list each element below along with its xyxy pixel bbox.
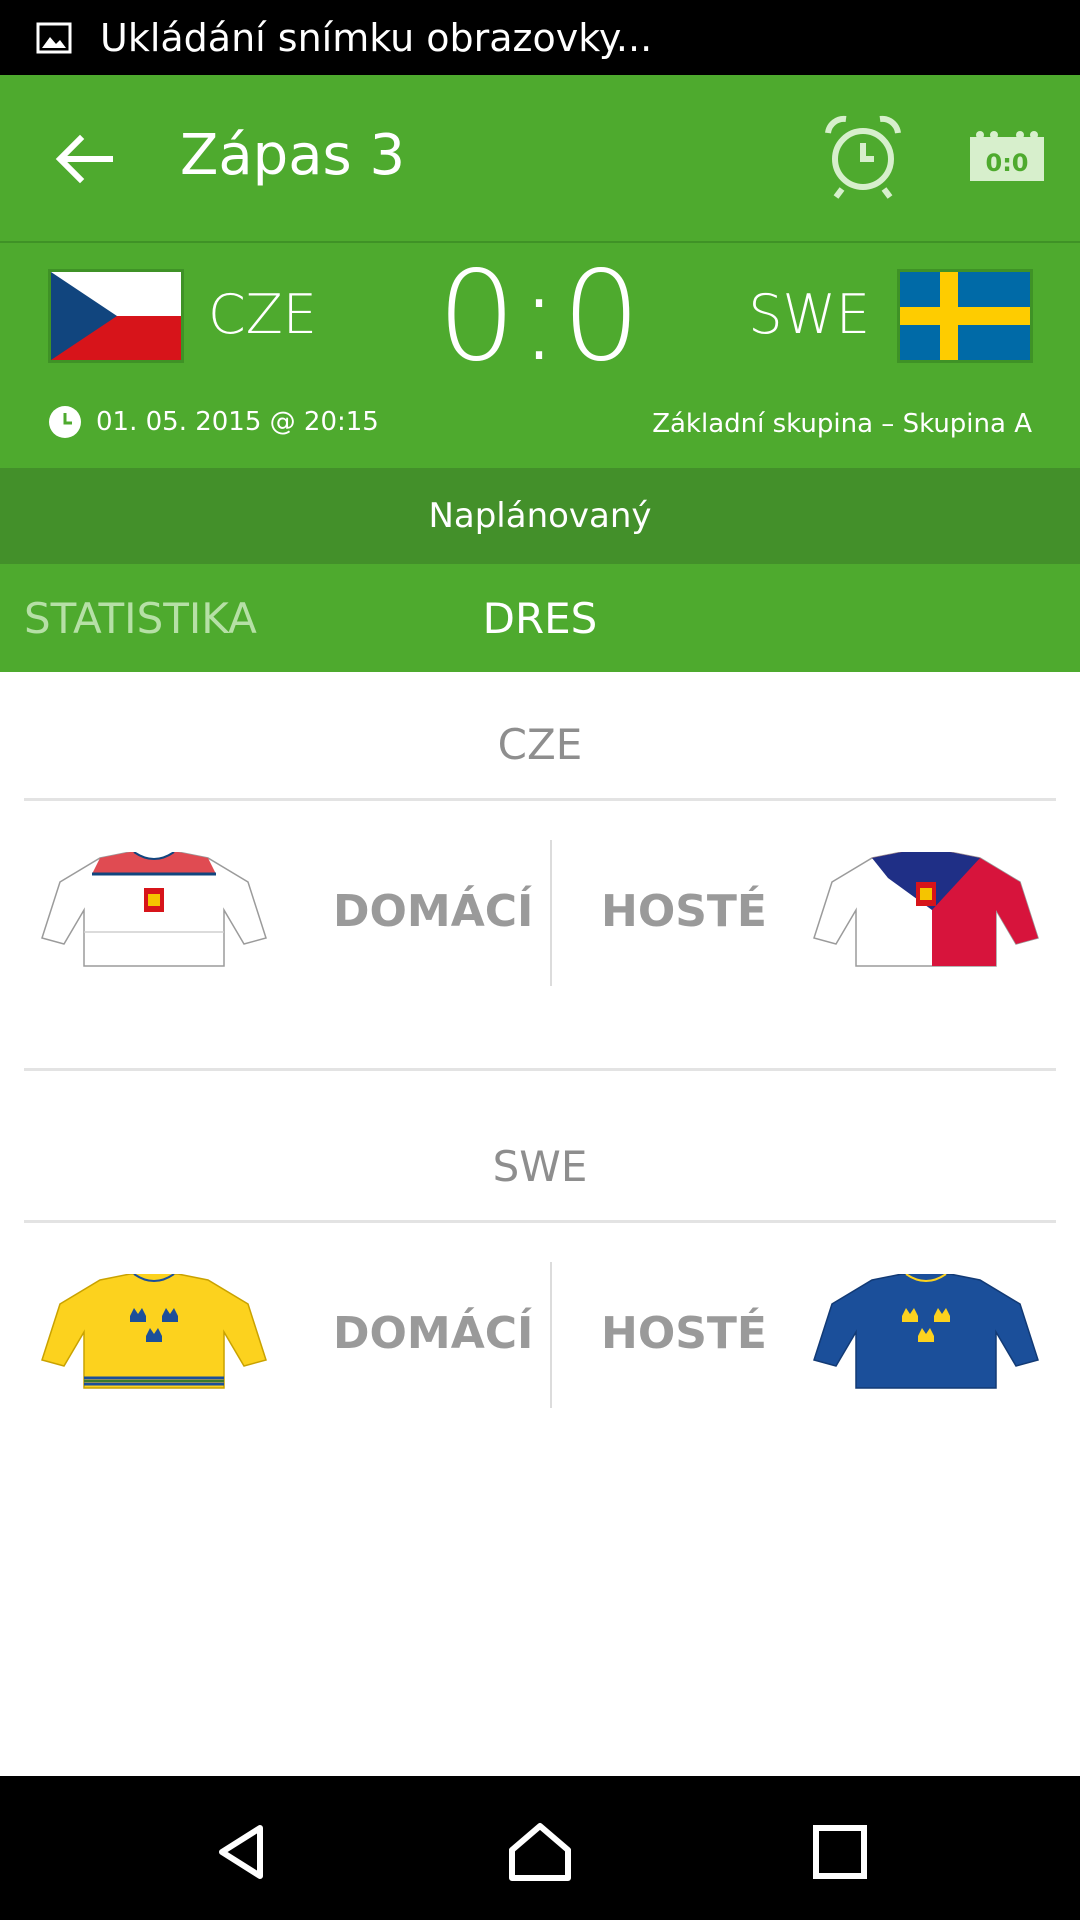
- swedish-flag-icon: [897, 269, 1033, 363]
- page-title: Zápas 3: [180, 123, 406, 188]
- vertical-divider: [550, 840, 552, 986]
- section-title-swe: SWE: [492, 1142, 588, 1191]
- cze-home-jersey[interactable]: [40, 852, 268, 972]
- cze-home-label: DOMÁCÍ: [333, 886, 534, 937]
- divider: [24, 1068, 1056, 1071]
- match-datetime-text: 01. 05. 2015 @ 20:15: [96, 407, 379, 437]
- back-arrow-icon[interactable]: [52, 127, 116, 191]
- divider: [24, 1220, 1056, 1223]
- swe-away-jersey[interactable]: [812, 1274, 1040, 1394]
- scoreboard-button[interactable]: 0:0: [968, 127, 1046, 185]
- home-icon[interactable]: [508, 1820, 572, 1884]
- clock-icon: [49, 406, 81, 438]
- scoreboard-icon-text: 0:0: [986, 149, 1029, 177]
- alarm-clock-icon[interactable]: [820, 113, 906, 199]
- recent-apps-icon[interactable]: [808, 1820, 872, 1884]
- navigation-bar: [0, 1776, 1080, 1920]
- section-title-cze: CZE: [497, 720, 583, 769]
- divider: [24, 798, 1056, 801]
- scoreboard-icon: 0:0: [970, 131, 1044, 181]
- tab-bar: DRES STATISTIKA: [0, 564, 1080, 672]
- status-text: Ukládání snímku obrazovky...: [100, 15, 653, 60]
- swe-home-jersey[interactable]: [40, 1274, 268, 1394]
- vertical-divider: [550, 1262, 552, 1408]
- cze-away-jersey[interactable]: [812, 852, 1040, 972]
- app-bar: Zápas 3 0:0: [0, 75, 1080, 243]
- match-group: Základní skupina – Skupina A: [652, 409, 1032, 439]
- match-state: Naplánovaný: [0, 468, 1080, 564]
- swe-away-label: HOSTÉ: [601, 1308, 767, 1359]
- tab-statistika[interactable]: STATISTIKA: [24, 594, 257, 643]
- swe-home-label: DOMÁCÍ: [333, 1308, 534, 1359]
- back-triangle-icon[interactable]: [210, 1820, 274, 1884]
- cze-away-label: HOSTÉ: [601, 886, 767, 937]
- status-bar: Ukládání snímku obrazovky...: [0, 0, 1080, 75]
- match-header: CZE 0:0 SWE 01. 05. 2015 @ 20:15 Základn…: [0, 243, 1080, 468]
- match-datetime: 01. 05. 2015 @ 20:15: [48, 405, 379, 439]
- image-icon: [36, 22, 72, 53]
- away-team-code: SWE: [748, 283, 870, 346]
